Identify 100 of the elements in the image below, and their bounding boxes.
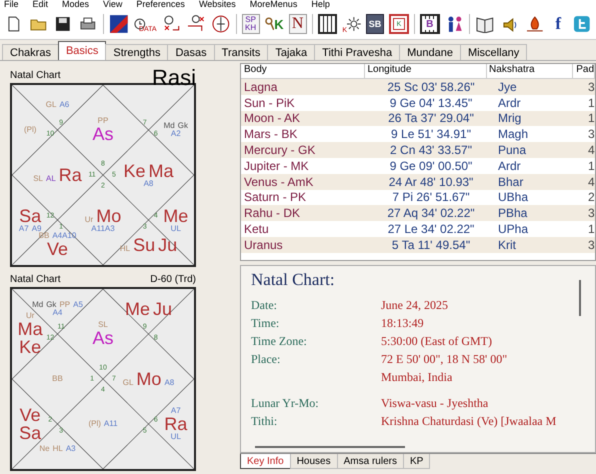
chart-entry: Ra — [164, 415, 188, 433]
tab[interactable]: Chakras — [2, 44, 59, 60]
info-label: Place: — [251, 352, 280, 366]
chart-entry: Ur — [84, 216, 94, 224]
grid-button[interactable] — [318, 14, 338, 34]
table-cell-text: Rahu - DK — [243, 206, 302, 220]
chart-entry: PP — [98, 117, 108, 125]
chart-entry: A7 — [18, 225, 29, 233]
table-cell-text: 1 — [587, 158, 595, 173]
logo-button[interactable] — [108, 14, 128, 34]
toolbar-text-button[interactable]: N — [288, 14, 307, 34]
table-cell-text: Magh — [497, 127, 530, 142]
chart-entry: A8 — [144, 180, 154, 188]
tab[interactable]: Miscellany — [460, 44, 528, 60]
menu-item[interactable]: Modes — [62, 0, 90, 9]
tab[interactable]: Tithi Pravesha — [314, 44, 400, 60]
tw-button[interactable] — [572, 14, 592, 34]
chart-entry: (Pl) — [24, 126, 36, 134]
table-cell-text: 3 — [587, 238, 595, 252]
chart-entry: Md — [32, 300, 44, 309]
scrollbar-thumb[interactable] — [255, 446, 405, 448]
info-value: June 24, 2025 — [381, 298, 448, 312]
column-header[interactable]: Longitude — [365, 64, 488, 78]
key-button[interactable]: K — [264, 14, 284, 34]
info-label: Tithi: — [251, 414, 278, 428]
table-cell-text: 1 — [587, 111, 595, 126]
table-cell-text: 1 — [587, 96, 595, 110]
chart-entry: UL — [170, 433, 181, 441]
chart-entry: A6 — [59, 100, 70, 109]
chart-entry: Su — [133, 236, 156, 254]
facebook-button[interactable]: f — [549, 14, 568, 34]
table-cell-text: 27 Aq 34' 02.22" — [386, 206, 476, 220]
menu-item[interactable]: Edit — [32, 0, 48, 9]
table-cell-text: UPha — [497, 222, 530, 236]
toolbar-text-button[interactable]: SB — [366, 14, 384, 34]
chart-entry: (Pl) — [88, 420, 101, 428]
chart-entry: A3 — [66, 445, 76, 454]
menu-item[interactable]: MoreMenus — [250, 0, 298, 9]
table-cell-text: UBha — [497, 190, 530, 204]
tab[interactable]: Amsa rulers — [336, 454, 404, 469]
table-cell-text: Puna — [497, 143, 528, 158]
chart-entry: AL — [46, 175, 56, 183]
info-label: Date: — [251, 298, 277, 312]
chart-entry: Ke — [19, 338, 42, 356]
chart-entry: GL — [46, 100, 56, 109]
info-title: Natal Chart: — [251, 270, 336, 290]
table-cell-text: Bhar — [497, 174, 524, 189]
tab[interactable]: Key Info — [240, 454, 291, 469]
chart-entry: A5 — [73, 300, 83, 309]
menu-item[interactable]: Websites — [198, 0, 236, 9]
scrollbar-thumb[interactable] — [579, 280, 581, 316]
table-cell-text: 2 — [587, 190, 595, 204]
chart-entry: Me — [163, 207, 188, 225]
chart-entry: SL — [98, 321, 108, 329]
tab[interactable]: Dasas — [167, 44, 215, 60]
table-cell-text: Venus - AmK — [243, 174, 314, 189]
chart-title: D-60 (Trd) — [150, 274, 196, 285]
chart-entry: Ve — [20, 406, 41, 424]
grid-button[interactable]: B — [420, 14, 440, 34]
column-header[interactable]: Nakshatra — [487, 64, 574, 78]
chart-entry: Sa — [19, 424, 42, 442]
chart-entry: Ve — [46, 240, 68, 258]
table-cell-text: 2 Cn 43' 33.57" — [389, 143, 473, 158]
table-cell-text: Jye — [497, 80, 518, 94]
chart-entry: A11 — [104, 420, 118, 428]
menu-item[interactable]: Preferences — [136, 0, 185, 9]
chart-entry: Gk — [178, 122, 188, 130]
chart-entry: A7 — [170, 407, 181, 415]
table-cell-text: 4 — [587, 174, 595, 189]
chart-entry: Mo — [96, 207, 122, 225]
chart-entry: Ne — [39, 445, 50, 454]
chart-entry: Gk — [46, 300, 56, 309]
tab[interactable]: Tajaka — [267, 44, 316, 60]
tab[interactable]: KP — [402, 454, 430, 469]
table-cell-text: 26 Ta 37' 29.04" — [387, 111, 475, 126]
chart-entry: Ju — [153, 300, 172, 318]
table-cell-text: Mercury - GK — [243, 143, 316, 158]
tab[interactable]: Houses — [290, 454, 338, 469]
menu-item[interactable]: View — [103, 0, 122, 9]
menu-item[interactable]: File — [4, 0, 19, 9]
info-value: 18:13:49 — [381, 316, 424, 330]
chart-entry: Ke — [123, 162, 146, 180]
chart-entry: A11A3 — [91, 225, 115, 233]
tab[interactable]: Mundane — [399, 44, 461, 60]
column-header[interactable]: Pad — [573, 64, 595, 78]
table-cell-text: 9 Ge 04' 13.45" — [388, 96, 474, 110]
chart-entry: Md — [164, 122, 175, 130]
tab[interactable]: Transits — [214, 44, 268, 60]
table-cell-text: Saturn - PK — [243, 190, 308, 204]
table-cell-text: 3 — [587, 80, 595, 94]
tab[interactable]: Basics — [58, 41, 106, 60]
chart-entry: Ra — [58, 166, 82, 184]
column-header[interactable]: Body — [241, 64, 366, 78]
table-cell-text: Lagna — [243, 80, 278, 94]
toolbar-text-button[interactable]: SP KH — [242, 14, 260, 34]
menu-item[interactable]: Help — [311, 0, 330, 9]
chart-label: Natal Chart — [10, 274, 61, 285]
fire-button[interactable] — [524, 14, 544, 34]
info-value: Krishna Chaturdasi (Ve) [Jwaalaa M — [381, 414, 556, 428]
tab[interactable]: Strengths — [105, 44, 168, 60]
